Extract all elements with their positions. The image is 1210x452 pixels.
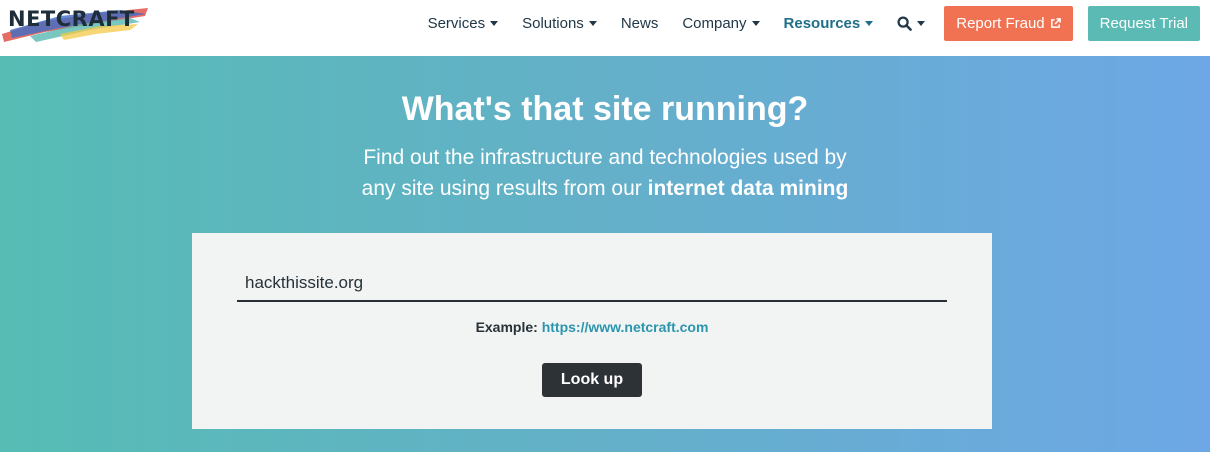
nav-services[interactable]: Services (428, 15, 499, 32)
example-hint: Example: https://www.netcraft.com (192, 319, 992, 335)
chevron-down-icon (751, 20, 760, 26)
nav-company[interactable]: Company (682, 14, 760, 32)
request-trial-label: Request Trial (1099, 14, 1188, 32)
hero-subtitle-highlight: internet data mining (647, 177, 849, 200)
hero-subtitle-line2: any site using results from our (361, 177, 648, 200)
report-fraud-button[interactable]: Report Fraud (944, 5, 1073, 41)
search-toggle[interactable] (897, 15, 926, 31)
site-header: NETCRAFT Services Solutions News Company… (0, 0, 1210, 56)
example-label: Example: (475, 319, 538, 335)
look-up-button[interactable]: Look up (542, 363, 642, 397)
hero-title: What's that site running? (401, 90, 809, 128)
nav-company-label: Company (682, 14, 747, 32)
example-link[interactable]: https://www.netcraft.com (542, 319, 709, 335)
nav-solutions[interactable]: Solutions (522, 15, 597, 32)
logo-text: NETCRAFT (8, 7, 135, 31)
nav-news[interactable]: News (621, 15, 659, 32)
hero-subtitle: Find out the infrastructure and technolo… (0, 142, 1210, 204)
site-url-input[interactable] (237, 266, 947, 302)
nav-services-label: Services (427, 14, 486, 32)
hero-section: What's that site running? Find out the i… (0, 56, 1210, 452)
hero-subtitle-line1: Find out the infrastructure and technolo… (363, 146, 847, 169)
chevron-down-icon (865, 20, 874, 26)
external-link-icon (1050, 17, 1061, 28)
chevron-down-icon (917, 20, 926, 26)
nav-solutions-label: Solutions (522, 14, 584, 32)
search-icon (897, 15, 913, 31)
report-fraud-label: Report Fraud (956, 14, 1045, 32)
chevron-down-icon (588, 20, 597, 26)
netcraft-logo[interactable]: NETCRAFT (0, 0, 150, 46)
nav-resources-label: Resources (783, 14, 861, 32)
nav-resources[interactable]: Resources (784, 15, 874, 32)
site-lookup-card: Example: https://www.netcraft.com Look u… (192, 233, 992, 429)
request-trial-button[interactable]: Request Trial (1087, 5, 1200, 41)
chevron-down-icon (490, 20, 499, 26)
main-nav: Services Solutions News Company Resource… (428, 0, 1210, 46)
nav-news-label: News (620, 14, 659, 32)
